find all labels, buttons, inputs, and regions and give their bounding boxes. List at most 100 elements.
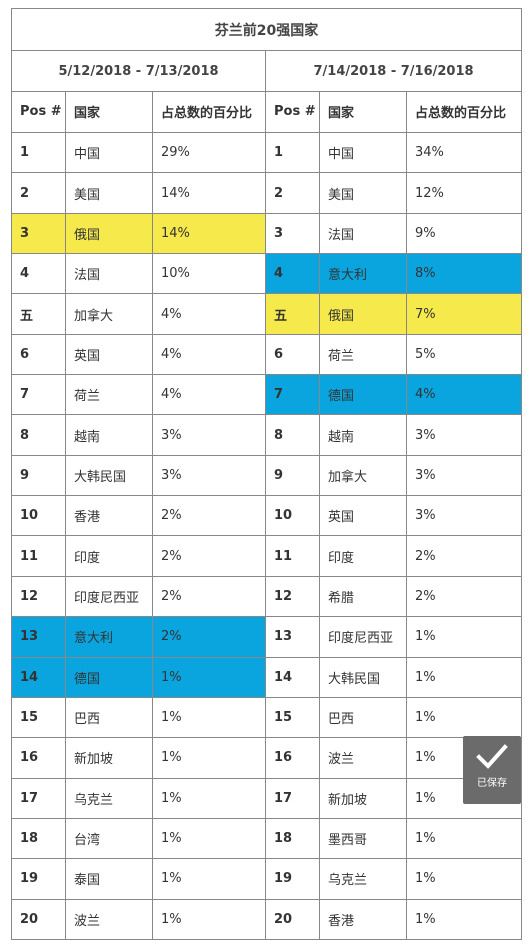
- left-pct-cell: 2%: [152, 575, 266, 618]
- right-header-pos: Pos #: [265, 90, 320, 134]
- table-title: 芬兰前20强国家: [10, 7, 523, 52]
- checkmark-icon: [476, 744, 508, 769]
- right-pos-cell: 14: [265, 656, 320, 698]
- left-country-cell: 越南: [65, 414, 153, 456]
- left-header-country: 国家: [65, 90, 153, 134]
- right-pos-cell: 9: [265, 454, 320, 497]
- right-pos-cell: 16: [265, 737, 320, 779]
- right-pos-cell: 1: [265, 132, 320, 174]
- countries-table: 芬兰前20强国家 5/12/2018 - 7/13/2018 7/14/2018…: [10, 7, 523, 941]
- right-pct-cell: 1%: [405, 898, 523, 941]
- right-pct-cell: 7%: [405, 293, 523, 335]
- right-pct-cell: 3%: [405, 495, 523, 537]
- left-pos-cell: 15: [11, 696, 66, 739]
- right-country-cell: 香港: [319, 898, 407, 941]
- left-pos-cell: 14: [11, 656, 66, 698]
- left-pct-cell: 1%: [152, 777, 266, 819]
- right-pos-cell: 五: [265, 293, 320, 335]
- left-country-cell: 大韩民国: [65, 454, 153, 497]
- table-row: 13 意大利 2% 13 印度尼西亚 1%: [11, 616, 523, 658]
- right-pos-cell: 6: [265, 333, 320, 376]
- right-pos-cell: 12: [265, 575, 320, 618]
- left-pct-cell: 10%: [152, 253, 266, 295]
- table-row: 2 美国 14% 2 美国 12%: [11, 172, 523, 214]
- right-country-cell: 法国: [319, 212, 407, 255]
- left-pct-cell: 1%: [152, 737, 266, 779]
- left-pos-cell: 9: [11, 454, 66, 497]
- table-row: 17 乌克兰 1% 17 新加坡 1%: [11, 777, 523, 819]
- right-pos-cell: 8: [265, 414, 320, 456]
- right-pct-cell: 1%: [405, 696, 523, 739]
- left-pct-cell: 2%: [152, 535, 266, 577]
- right-pos-cell: 15: [265, 696, 320, 739]
- left-pos-cell: 18: [11, 817, 66, 860]
- right-country-cell: 印度: [319, 535, 407, 577]
- left-pos-cell: 6: [11, 333, 66, 376]
- right-pos-cell: 2: [265, 172, 320, 214]
- right-pct-cell: 1%: [405, 656, 523, 698]
- left-pos-cell: 20: [11, 898, 66, 941]
- left-pos-cell: 五: [11, 293, 66, 335]
- right-pos-cell: 17: [265, 777, 320, 819]
- left-pos-cell: 13: [11, 616, 66, 658]
- table-row: 20 波兰 1% 20 香港 1%: [11, 898, 523, 941]
- table-row: 15 巴西 1% 15 巴西 1%: [11, 696, 523, 739]
- left-pos-cell: 11: [11, 535, 66, 577]
- right-country-cell: 俄国: [319, 293, 407, 335]
- saved-badge[interactable]: 已保存: [463, 736, 521, 804]
- left-pct-cell: 29%: [152, 132, 266, 174]
- right-country-cell: 新加坡: [319, 777, 407, 819]
- left-pos-cell: 2: [11, 172, 66, 214]
- right-country-cell: 波兰: [319, 737, 407, 779]
- left-pos-cell: 12: [11, 575, 66, 618]
- table-row: 14 德国 1% 14 大韩民国 1%: [11, 656, 523, 698]
- left-pos-cell: 3: [11, 212, 66, 255]
- left-country-cell: 泰国: [65, 858, 153, 900]
- left-country-cell: 巴西: [65, 696, 153, 739]
- left-pos-cell: 8: [11, 414, 66, 456]
- right-pos-cell: 13: [265, 616, 320, 658]
- right-pos-cell: 18: [265, 817, 320, 860]
- right-pos-cell: 7: [265, 374, 320, 416]
- right-pct-cell: 1%: [405, 858, 523, 900]
- left-country-cell: 英国: [65, 333, 153, 376]
- table-row: 16 新加坡 1% 16 波兰 1%: [11, 737, 523, 779]
- left-country-cell: 意大利: [65, 616, 153, 658]
- right-country-cell: 德国: [319, 374, 407, 416]
- right-country-cell: 越南: [319, 414, 407, 456]
- left-pct-cell: 4%: [152, 374, 266, 416]
- left-country-cell: 荷兰: [65, 374, 153, 416]
- saved-label: 已保存: [477, 778, 507, 789]
- left-pos-cell: 7: [11, 374, 66, 416]
- left-country-cell: 俄国: [65, 212, 153, 255]
- right-country-cell: 意大利: [319, 253, 407, 295]
- left-pct-cell: 3%: [152, 454, 266, 497]
- left-country-cell: 德国: [65, 656, 153, 698]
- left-country-cell: 中国: [65, 132, 153, 174]
- left-pct-cell: 2%: [152, 616, 266, 658]
- table-row: 6 英国 4% 6 荷兰 5%: [11, 333, 523, 376]
- right-country-cell: 美国: [319, 172, 407, 214]
- left-pct-cell: 14%: [152, 172, 266, 214]
- left-pct-cell: 1%: [152, 858, 266, 900]
- table-row: 9 大韩民国 3% 9 加拿大 3%: [11, 454, 523, 497]
- left-header-pos: Pos #: [11, 90, 66, 134]
- right-pos-cell: 19: [265, 858, 320, 900]
- left-country-cell: 香港: [65, 495, 153, 537]
- left-pos-cell: 17: [11, 777, 66, 819]
- left-pos-cell: 1: [11, 132, 66, 174]
- right-pct-cell: 2%: [405, 575, 523, 618]
- right-pct-cell: 34%: [405, 132, 523, 174]
- right-pct-cell: 8%: [405, 253, 523, 295]
- table-row: 18 台湾 1% 18 墨西哥 1%: [11, 817, 523, 860]
- left-country-cell: 加拿大: [65, 293, 153, 335]
- table-row: 1 中国 29% 1 中国 34%: [11, 132, 523, 174]
- right-pct-cell: 3%: [405, 454, 523, 497]
- left-pos-cell: 4: [11, 253, 66, 295]
- right-country-cell: 乌克兰: [319, 858, 407, 900]
- right-pos-cell: 10: [265, 495, 320, 537]
- right-pct-cell: 9%: [405, 212, 523, 255]
- left-pct-cell: 4%: [152, 293, 266, 335]
- left-country-cell: 台湾: [65, 817, 153, 860]
- table-row: 8 越南 3% 8 越南 3%: [11, 414, 523, 456]
